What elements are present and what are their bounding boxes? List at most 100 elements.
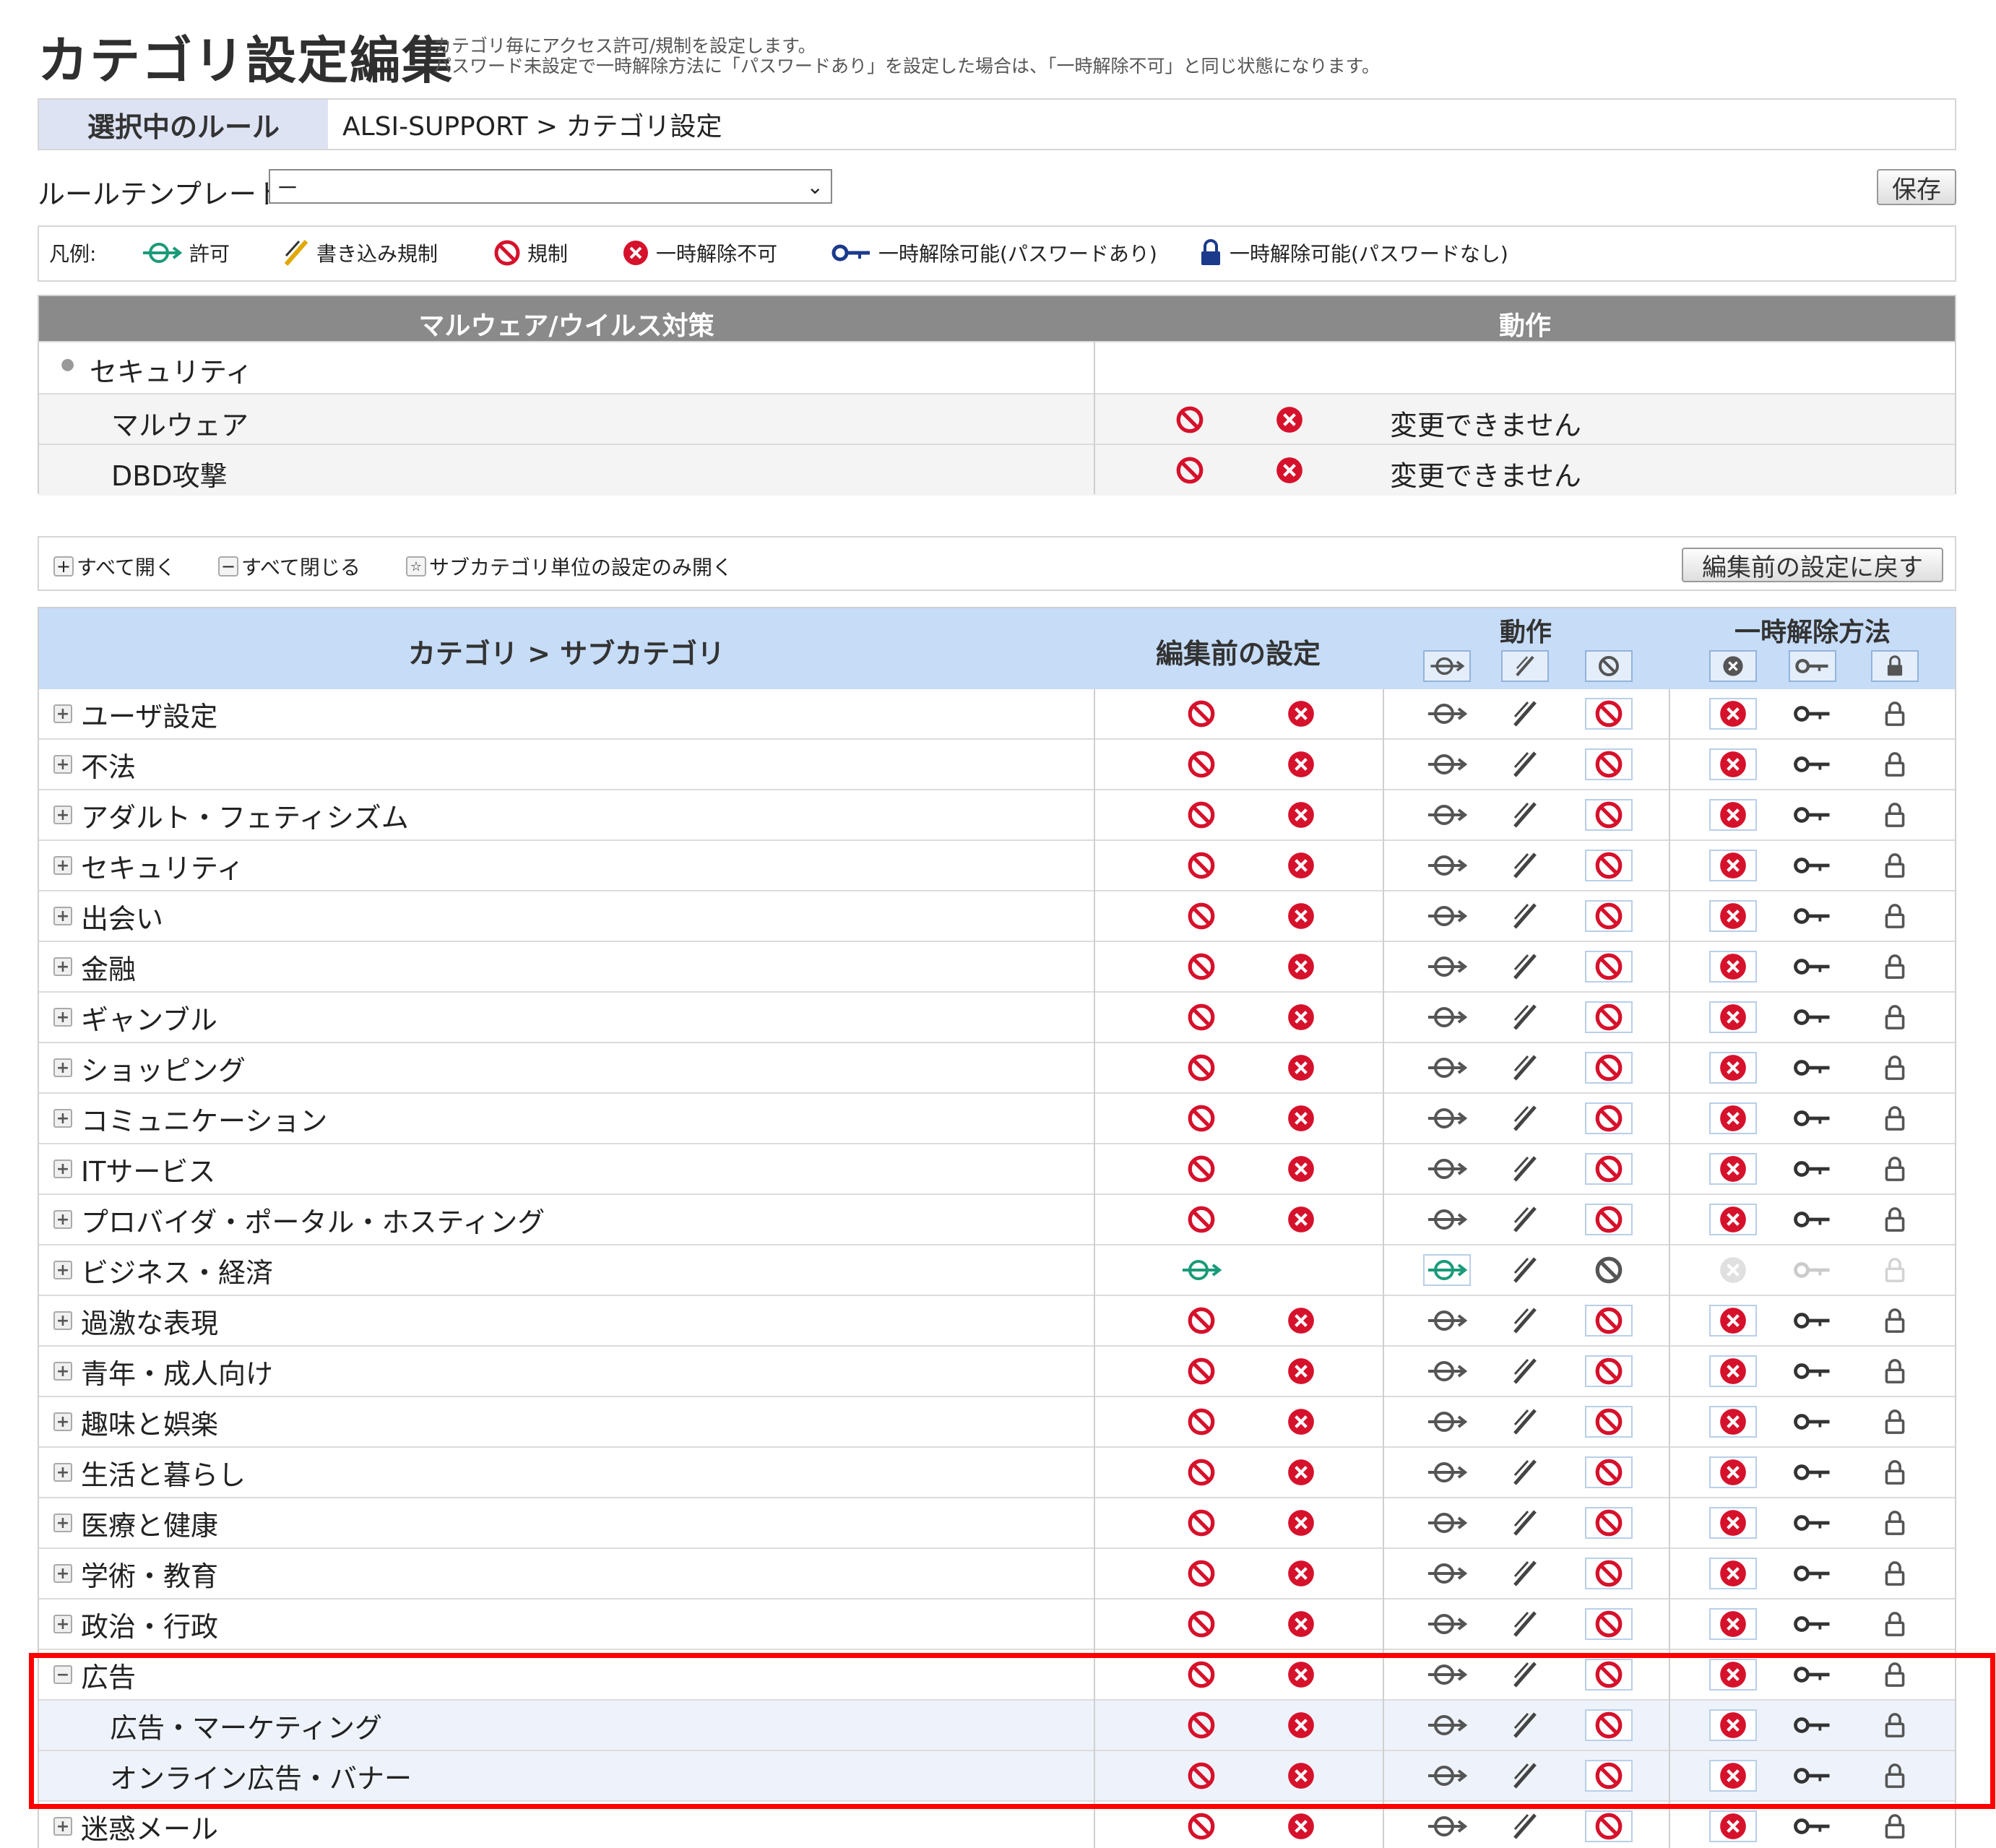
override-key[interactable]: [1787, 993, 1838, 1042]
action-block[interactable]: [1584, 790, 1634, 839]
header-allow-button[interactable]: [1423, 650, 1471, 682]
override-key[interactable]: [1787, 942, 1838, 991]
header-write-restrict-button[interactable]: [1501, 650, 1549, 682]
override-lock[interactable]: [1870, 1498, 1920, 1547]
action-write-restrict[interactable]: [1500, 1498, 1550, 1547]
expand-icon[interactable]: +: [53, 1160, 72, 1178]
action-write-restrict[interactable]: [1500, 1397, 1550, 1446]
override-lock[interactable]: [1870, 1448, 1920, 1497]
subcategory-only-button[interactable]: ☆ サブカテゴリ単位の設定のみ開く: [406, 552, 733, 581]
action-allow[interactable]: [1422, 942, 1472, 991]
override-key[interactable]: [1787, 689, 1838, 738]
action-allow[interactable]: [1422, 1144, 1472, 1193]
override-lock[interactable]: [1870, 1245, 1920, 1295]
override-lock[interactable]: [1870, 1397, 1920, 1446]
action-block[interactable]: [1584, 1245, 1634, 1295]
override-no-override[interactable]: [1708, 1599, 1758, 1649]
override-lock[interactable]: [1870, 1094, 1920, 1143]
action-allow[interactable]: [1422, 790, 1472, 839]
action-write-restrict[interactable]: [1500, 1347, 1550, 1396]
override-key[interactable]: [1787, 1195, 1838, 1244]
action-allow[interactable]: [1422, 1549, 1472, 1598]
expand-icon[interactable]: +: [53, 1311, 72, 1330]
action-allow[interactable]: [1422, 1195, 1472, 1244]
action-block[interactable]: [1584, 1448, 1634, 1497]
action-write-restrict[interactable]: [1500, 891, 1550, 941]
expand-icon[interactable]: +: [53, 957, 72, 976]
override-lock[interactable]: [1870, 689, 1920, 738]
action-block[interactable]: [1584, 740, 1634, 789]
override-key[interactable]: [1787, 1144, 1838, 1193]
action-allow[interactable]: [1422, 841, 1472, 890]
override-lock[interactable]: [1870, 790, 1920, 839]
action-allow[interactable]: [1422, 1448, 1472, 1497]
save-button[interactable]: 保存: [1877, 169, 1956, 205]
action-allow[interactable]: [1422, 1347, 1472, 1396]
override-no-override[interactable]: [1708, 1498, 1758, 1547]
override-lock[interactable]: [1870, 740, 1920, 789]
action-block[interactable]: [1584, 891, 1634, 941]
override-key[interactable]: [1787, 1245, 1838, 1295]
override-no-override[interactable]: [1708, 1245, 1758, 1295]
action-block[interactable]: [1584, 1498, 1634, 1547]
override-key[interactable]: [1787, 891, 1838, 941]
override-key[interactable]: [1787, 1347, 1838, 1396]
override-no-override[interactable]: [1708, 1043, 1758, 1092]
expand-icon[interactable]: +: [53, 806, 72, 824]
action-write-restrict[interactable]: [1500, 740, 1550, 789]
expand-icon[interactable]: +: [53, 1008, 72, 1027]
action-write-restrict[interactable]: [1500, 993, 1550, 1042]
revert-button[interactable]: 編集前の設定に戻す: [1682, 548, 1943, 582]
action-write-restrict[interactable]: [1500, 1195, 1550, 1244]
override-no-override[interactable]: [1708, 1347, 1758, 1396]
header-lock-button[interactable]: [1871, 650, 1919, 682]
action-allow[interactable]: [1422, 1397, 1472, 1446]
override-no-override[interactable]: [1708, 740, 1758, 789]
action-block[interactable]: [1584, 993, 1634, 1042]
header-block-button[interactable]: [1585, 650, 1633, 682]
action-allow[interactable]: [1422, 1296, 1472, 1345]
action-allow[interactable]: [1422, 740, 1472, 789]
override-no-override[interactable]: [1708, 1397, 1758, 1446]
override-lock[interactable]: [1870, 993, 1920, 1042]
header-no-override-button[interactable]: [1709, 650, 1757, 682]
override-no-override[interactable]: [1708, 1549, 1758, 1598]
override-no-override[interactable]: [1708, 689, 1758, 738]
override-key[interactable]: [1787, 1094, 1838, 1143]
action-block[interactable]: [1584, 1347, 1634, 1396]
rule-template-select[interactable]: － ⌄: [269, 169, 832, 204]
expand-icon[interactable]: +: [53, 907, 72, 925]
action-write-restrict[interactable]: [1500, 790, 1550, 839]
override-key[interactable]: [1787, 1599, 1838, 1649]
override-lock[interactable]: [1870, 891, 1920, 941]
action-allow[interactable]: [1422, 689, 1472, 738]
action-write-restrict[interactable]: [1500, 689, 1550, 738]
override-lock[interactable]: [1870, 1296, 1920, 1345]
action-write-restrict[interactable]: [1500, 841, 1550, 890]
action-write-restrict[interactable]: [1500, 1296, 1550, 1345]
override-no-override[interactable]: [1708, 891, 1758, 941]
action-block[interactable]: [1584, 1043, 1634, 1092]
override-key[interactable]: [1787, 1397, 1838, 1446]
expand-icon[interactable]: +: [53, 755, 72, 774]
expand-icon[interactable]: +: [53, 1210, 72, 1229]
action-allow[interactable]: [1422, 1245, 1472, 1295]
override-key[interactable]: [1787, 1498, 1838, 1547]
action-block[interactable]: [1584, 1195, 1634, 1244]
expand-icon[interactable]: +: [53, 1514, 72, 1532]
expand-icon[interactable]: +: [53, 856, 72, 875]
action-allow[interactable]: [1422, 1498, 1472, 1547]
override-key[interactable]: [1787, 740, 1838, 789]
action-write-restrict[interactable]: [1500, 1549, 1550, 1598]
override-lock[interactable]: [1870, 1195, 1920, 1244]
expand-icon[interactable]: +: [53, 1261, 72, 1279]
action-block[interactable]: [1584, 1549, 1634, 1598]
override-key[interactable]: [1787, 1549, 1838, 1598]
override-no-override[interactable]: [1708, 841, 1758, 890]
override-lock[interactable]: [1870, 1144, 1920, 1193]
action-block[interactable]: [1584, 841, 1634, 890]
action-block[interactable]: [1584, 1599, 1634, 1649]
override-no-override[interactable]: [1708, 1296, 1758, 1345]
override-key[interactable]: [1787, 790, 1838, 839]
action-block[interactable]: [1584, 1094, 1634, 1143]
